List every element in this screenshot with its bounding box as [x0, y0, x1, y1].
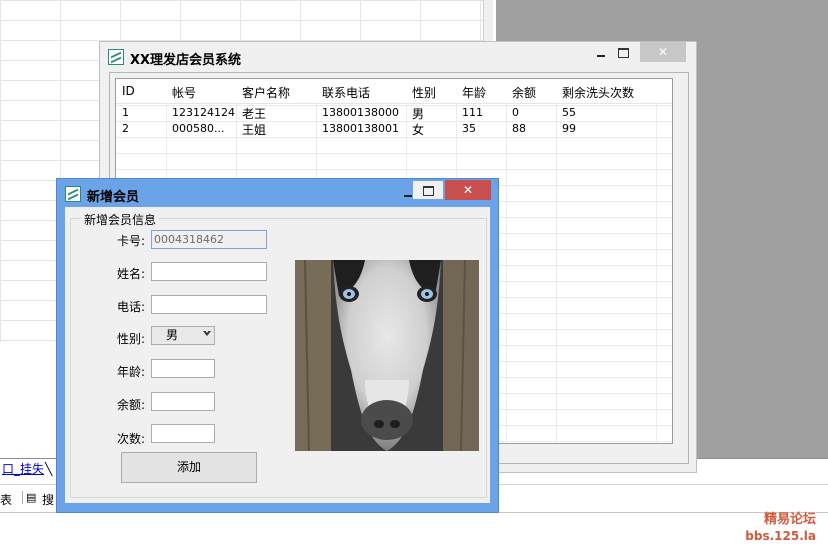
cell-remaining: 99: [562, 122, 576, 135]
cell-balance: 88: [512, 122, 526, 135]
column-divider: [506, 103, 507, 443]
cell-id: 1: [122, 106, 129, 119]
column-header-phone[interactable]: 联系电话: [322, 84, 370, 101]
toolbar-item-table[interactable]: 表: [0, 491, 12, 508]
cell-balance: 0: [512, 106, 519, 119]
cell-gender: 女: [412, 123, 425, 137]
husky-dog-photo: [295, 260, 479, 451]
gender-value: 男: [166, 328, 179, 342]
dialog-titlebar[interactable]: 新增会员 ✕: [57, 179, 498, 207]
age-field[interactable]: [151, 359, 215, 378]
count-label: 次数:: [116, 432, 145, 446]
card-number-field[interactable]: 0004318462: [151, 230, 267, 249]
cell-phone: 13800138001: [322, 122, 399, 135]
minimize-icon: [597, 54, 605, 57]
column-header-age[interactable]: 年龄: [462, 84, 486, 101]
column-divider: [656, 103, 657, 443]
column-header-gender[interactable]: 性别: [412, 84, 436, 101]
background-status-area: [0, 512, 828, 552]
maximize-icon: [422, 185, 434, 196]
forum-watermark: 精易论坛 bbs.125.la: [745, 512, 816, 544]
cell-remaining: 55: [562, 106, 576, 119]
card-label: 卡号:: [116, 234, 145, 248]
main-window-title: XX理发店会员系统: [130, 53, 242, 68]
chevron-down-icon: [203, 329, 211, 336]
dialog-title: 新增会员: [87, 190, 140, 205]
cell-customer: 老王: [242, 107, 267, 121]
list-header: ID 帐号 客户名称 联系电话 性别 年龄 余额 剩余洗头次数: [116, 79, 672, 104]
maximize-icon: [617, 47, 629, 58]
table-row[interactable]: 2 000580... 王姐 13800138001 女 35 88 99: [116, 121, 672, 137]
gender-label: 性别:: [116, 332, 145, 346]
column-header-id[interactable]: ID: [122, 84, 135, 98]
gender-select[interactable]: 男: [151, 326, 215, 345]
count-field[interactable]: [151, 424, 215, 443]
maximize-button[interactable]: [606, 42, 640, 62]
document-icon[interactable]: ▤: [22, 491, 36, 504]
app-icon: [65, 186, 81, 202]
table-row[interactable]: 1 123124124 老王 13800138000 男 111 0 55: [116, 105, 672, 121]
member-info-group: 新增会员信息 卡号: 0004318462 姓名: 电话: 性别: 男 年龄: …: [70, 211, 487, 498]
cell-account: 000580...: [172, 122, 225, 135]
tab-edge-icon: ╲: [45, 462, 53, 476]
cell-age: 111: [462, 106, 483, 119]
group-label: 新增会员信息: [81, 211, 160, 228]
main-titlebar[interactable]: XX理发店会员系统 ✕: [100, 42, 696, 72]
toolbar-item-search[interactable]: 搜: [42, 491, 54, 508]
tab-loss-report[interactable]: 口_挂失: [0, 460, 46, 478]
watermark-title: 精易论坛: [763, 512, 816, 527]
cell-gender: 男: [412, 107, 425, 121]
dialog-maximize-button[interactable]: [413, 181, 443, 199]
phone-field[interactable]: [151, 295, 267, 314]
cell-account: 123124124: [172, 106, 235, 119]
age-label: 年龄:: [116, 365, 145, 379]
app-icon: [108, 49, 124, 65]
add-button[interactable]: 添加: [121, 452, 257, 483]
balance-label: 余额:: [116, 398, 145, 412]
column-header-balance[interactable]: 余额: [512, 84, 536, 101]
balance-field[interactable]: [151, 392, 215, 411]
background-scrollbar[interactable]: [483, 0, 493, 42]
phone-label: 电话:: [116, 300, 145, 314]
minimize-icon: [404, 194, 412, 197]
cell-age: 35: [462, 122, 476, 135]
column-header-account[interactable]: 帐号: [172, 84, 196, 101]
column-header-customer[interactable]: 客户名称: [242, 84, 290, 101]
name-label: 姓名:: [116, 267, 145, 281]
name-field[interactable]: [151, 262, 267, 281]
cell-phone: 13800138000: [322, 106, 399, 119]
watermark-url: bbs.125.la: [745, 529, 816, 543]
dialog-close-button[interactable]: ✕: [445, 180, 491, 200]
dialog-client-area: 新增会员信息 卡号: 0004318462 姓名: 电话: 性别: 男 年龄: …: [65, 207, 490, 503]
column-divider: [556, 103, 557, 443]
add-member-dialog: 新增会员 ✕ 新增会员信息 卡号: 0004318462 姓名: 电话: 性别:…: [56, 178, 499, 513]
close-button[interactable]: ✕: [640, 42, 686, 62]
cell-id: 2: [122, 122, 129, 135]
cell-customer: 王姐: [242, 123, 267, 137]
column-header-remaining[interactable]: 剩余洗头次数: [562, 84, 634, 101]
husky-photo-drawing: [295, 260, 479, 451]
